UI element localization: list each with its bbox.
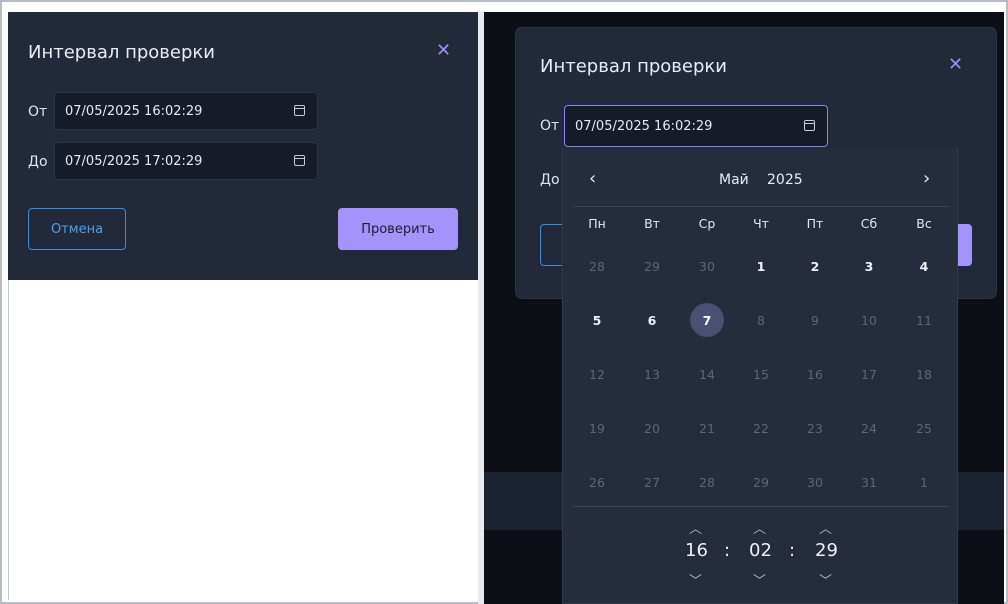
day-cell[interactable]: 9 <box>798 303 832 337</box>
day-cell[interactable]: 28 <box>580 249 614 283</box>
day-cell[interactable]: 27 <box>635 465 669 499</box>
header-divider <box>573 206 949 207</box>
day-cell[interactable]: 10 <box>852 303 886 337</box>
check-button[interactable]: Проверить <box>338 208 458 250</box>
day-cell[interactable]: 12 <box>580 357 614 391</box>
weekday-label: Чт <box>753 216 769 231</box>
day-cell[interactable]: 17 <box>852 357 886 391</box>
day-cell[interactable]: 28 <box>690 465 724 499</box>
left-interval-dialog: Интервал проверки ✕ От 07/05/2025 16:02:… <box>8 12 478 280</box>
hours-value[interactable]: 16 <box>685 540 708 561</box>
day-cell[interactable]: 1 <box>907 465 941 499</box>
weekday-label: Сб <box>860 216 878 231</box>
day-cell[interactable]: 31 <box>852 465 886 499</box>
day-cell[interactable]: 20 <box>635 411 669 445</box>
to-date-input[interactable]: 07/05/2025 17:02:29 <box>54 142 318 180</box>
day-cell[interactable]: 15 <box>744 357 778 391</box>
calendar-icon[interactable] <box>804 120 815 131</box>
day-cell[interactable]: 25 <box>907 411 941 445</box>
chevron-left-icon[interactable]: ‹ <box>589 168 596 189</box>
to-date-value: 07/05/2025 17:02:29 <box>65 153 203 169</box>
day-cell[interactable]: 30 <box>690 249 724 283</box>
close-icon[interactable]: ✕ <box>948 56 963 74</box>
day-cell[interactable]: 23 <box>798 411 832 445</box>
weekday-label: Вс <box>916 216 932 231</box>
calendar-icon[interactable] <box>294 105 305 116</box>
dialog-title: Интервал проверки <box>540 56 727 77</box>
minutes-value[interactable]: 02 <box>749 540 772 561</box>
day-cell[interactable]: 1 <box>744 249 778 283</box>
check-button[interactable] <box>958 224 972 266</box>
day-cell[interactable]: 24 <box>852 411 886 445</box>
minutes-down-icon[interactable]: ﹀ <box>753 570 766 589</box>
day-cell[interactable]: 19 <box>580 411 614 445</box>
chevron-right-icon[interactable]: › <box>923 168 930 189</box>
selected-day[interactable]: 7 <box>690 303 724 337</box>
year-label[interactable]: 2025 <box>767 172 803 188</box>
day-cell[interactable]: 29 <box>744 465 778 499</box>
weekday-label: Ср <box>698 216 716 231</box>
hours-up-icon[interactable]: ︿ <box>689 518 702 537</box>
cancel-button[interactable]: Отмена <box>28 208 126 250</box>
empty-area <box>8 280 478 600</box>
day-cell[interactable]: 8 <box>744 303 778 337</box>
minutes-up-icon[interactable]: ︿ <box>753 518 766 537</box>
day-cell[interactable]: 5 <box>580 303 614 337</box>
day-cell[interactable]: 3 <box>852 249 886 283</box>
hours-down-icon[interactable]: ﹀ <box>689 570 702 589</box>
seconds-down-icon[interactable]: ﹀ <box>819 570 832 589</box>
from-label: От <box>28 104 48 120</box>
day-cell[interactable]: 30 <box>798 465 832 499</box>
datepicker-popup: ‹ Май 2025 › Пн Вт Ср Чт Пт Сб Вс 28 29 30 1 2 3 4 5 6… <box>562 148 958 604</box>
day-cell[interactable]: 21 <box>690 411 724 445</box>
time-separator: : <box>724 540 731 561</box>
from-label: От <box>540 118 560 134</box>
from-date-input[interactable]: 07/05/2025 16:02:29 <box>564 105 828 147</box>
close-icon[interactable]: ✕ <box>436 42 451 60</box>
weekday-label: Пт <box>806 216 824 231</box>
seconds-up-icon[interactable]: ︿ <box>819 518 832 537</box>
day-cell[interactable]: 14 <box>690 357 724 391</box>
from-date-value: 07/05/2025 16:02:29 <box>65 103 203 119</box>
day-cell[interactable]: 11 <box>907 303 941 337</box>
day-cell[interactable]: 18 <box>907 357 941 391</box>
time-divider <box>573 506 949 507</box>
day-cell[interactable]: 4 <box>907 249 941 283</box>
seconds-value[interactable]: 29 <box>815 540 838 561</box>
cancel-button[interactable] <box>540 224 564 266</box>
to-label: До <box>540 172 560 188</box>
dialog-title: Интервал проверки <box>28 42 215 63</box>
day-cell[interactable]: 26 <box>580 465 614 499</box>
weekday-label: Вт <box>644 216 660 231</box>
day-cell[interactable]: 13 <box>635 357 669 391</box>
day-cell[interactable]: 16 <box>798 357 832 391</box>
from-date-value: 07/05/2025 16:02:29 <box>575 118 713 134</box>
calendar-icon[interactable] <box>294 155 305 166</box>
day-cell[interactable]: 6 <box>635 303 669 337</box>
time-separator: : <box>789 540 796 561</box>
day-cell[interactable]: 29 <box>635 249 669 283</box>
weekday-label: Пн <box>588 216 606 231</box>
month-label[interactable]: Май <box>719 172 749 188</box>
day-cell[interactable]: 2 <box>798 249 832 283</box>
to-label: До <box>28 154 48 170</box>
from-date-input[interactable]: 07/05/2025 16:02:29 <box>54 92 318 130</box>
day-cell[interactable]: 22 <box>744 411 778 445</box>
